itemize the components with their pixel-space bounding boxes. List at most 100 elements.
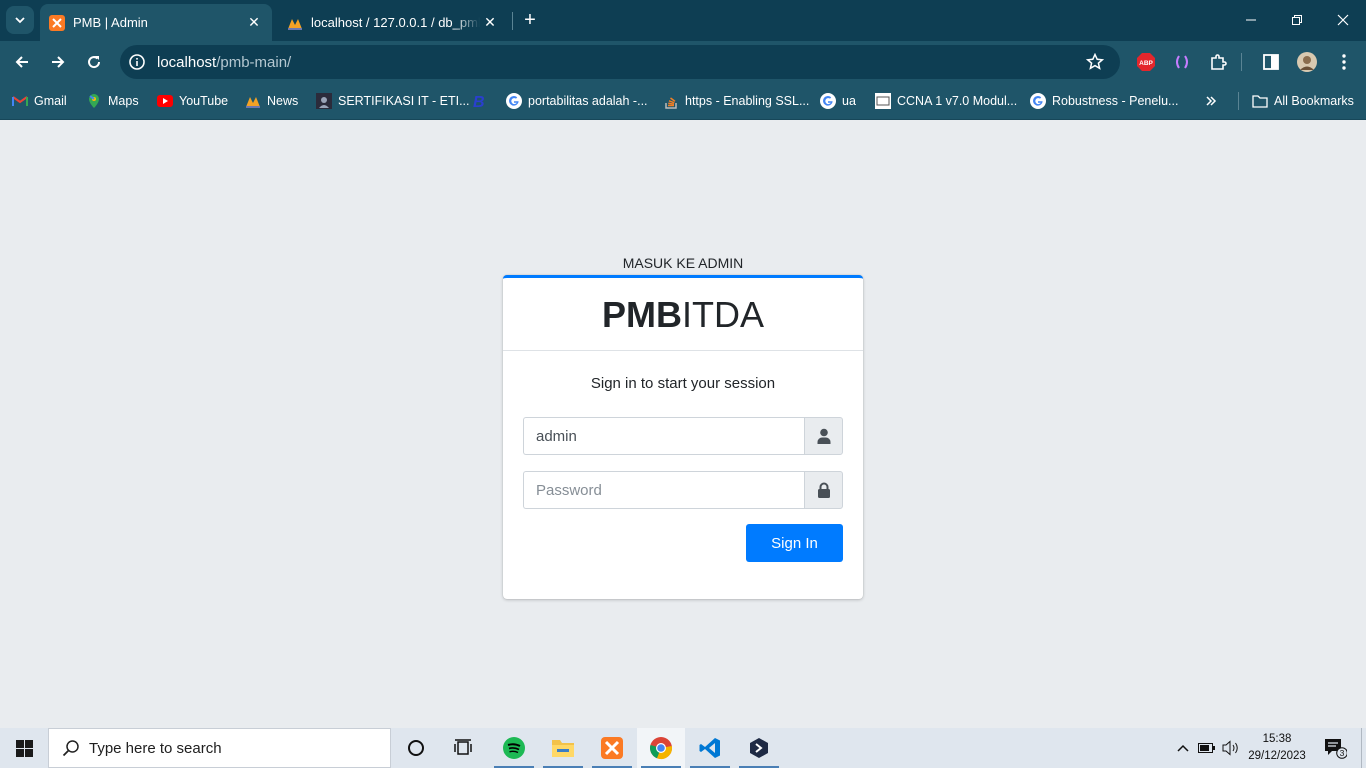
chevron-double-right-icon	[1206, 96, 1217, 106]
bookmark-label: https - Enabling SSL...	[685, 94, 810, 108]
ccna-icon	[875, 93, 891, 109]
start-button[interactable]	[0, 728, 48, 768]
password-input[interactable]	[523, 471, 804, 509]
bookmark-portabilitas[interactable]: portabilitas adalah -...	[506, 92, 648, 110]
notification-icon: 3	[1325, 739, 1347, 759]
bookmark-label: News	[267, 94, 299, 108]
app-hexagon-icon	[750, 738, 768, 758]
google-icon	[506, 93, 522, 109]
battery-icon	[1198, 743, 1215, 753]
logo-light: ITDA	[681, 294, 764, 335]
taskbar-clock[interactable]: 15:38 29/12/2023	[1246, 731, 1308, 765]
windows-logo-icon	[15, 739, 33, 757]
bookmark-https[interactable]: https - Enabling SSL...	[663, 92, 809, 110]
google-icon	[1030, 93, 1046, 109]
taskbar-chrome[interactable]	[637, 728, 685, 768]
browser-menu-button[interactable]	[1333, 51, 1355, 73]
notification-center[interactable]: 3	[1318, 728, 1352, 768]
back-button[interactable]	[9, 49, 35, 75]
volume-indicator[interactable]	[1220, 728, 1242, 768]
close-tab-icon[interactable]: ✕	[480, 13, 500, 33]
adblock-icon: ABP	[1137, 53, 1155, 71]
bookmark-label: YouTube	[179, 94, 229, 108]
minimize-icon	[1246, 19, 1256, 21]
username-group	[523, 417, 843, 455]
chevron-down-icon	[15, 17, 25, 24]
task-view-icon	[454, 739, 472, 755]
bookmark-gmail[interactable]: Gmail	[12, 92, 67, 110]
close-window-button[interactable]	[1320, 0, 1366, 40]
username-input[interactable]	[523, 417, 804, 455]
bookmark-sertifikasi[interactable]: SERTIFIKASI IT - ETI...	[316, 92, 470, 110]
toolbar-separator	[1241, 53, 1242, 71]
side-panel-button[interactable]	[1260, 51, 1282, 73]
all-bookmarks-label: All Bookmarks	[1274, 94, 1354, 108]
tab-phpmyadmin[interactable]: localhost / 127.0.0.1 / db_pmbitda ✕	[278, 4, 508, 41]
arrow-right-icon	[52, 56, 65, 68]
all-bookmarks-button[interactable]: All Bookmarks	[1252, 92, 1354, 110]
bookmark-ua[interactable]: ua	[820, 92, 856, 110]
spotify-icon	[503, 737, 525, 759]
close-tab-icon[interactable]: ✕	[244, 13, 264, 33]
bookmark-maps[interactable]: Maps	[86, 92, 139, 110]
windows-taskbar: Type here to search 15:38 29/12/2023 3	[0, 728, 1366, 768]
bookmark-ccna[interactable]: CCNA 1 v7.0 Modul...	[875, 92, 1017, 110]
bookmarks-bar: Gmail Maps YouTube News SERTIFIKASI IT -…	[0, 82, 1366, 120]
login-logo[interactable]: PMBITDA	[503, 278, 863, 351]
more-bookmarks-button[interactable]	[1205, 92, 1217, 110]
extensions-button[interactable]	[1207, 51, 1229, 73]
cortana-button[interactable]	[392, 728, 440, 768]
minimize-button[interactable]	[1228, 0, 1274, 40]
taskbar-file-explorer[interactable]	[539, 728, 587, 768]
login-card: PMBITDA Sign in to start your session Si…	[503, 275, 863, 599]
news-icon	[245, 93, 261, 109]
taskbar-search[interactable]: Type here to search	[48, 728, 391, 768]
logo-bold: PMB	[601, 294, 682, 335]
new-tab-button[interactable]: +	[518, 8, 542, 32]
taskbar-xampp[interactable]	[588, 728, 636, 768]
notification-badge: 3	[1340, 748, 1345, 758]
site-info-icon[interactable]	[128, 53, 146, 71]
brackets-icon	[1176, 55, 1188, 69]
page-heading: MASUK KE ADMIN	[622, 255, 744, 271]
extension-purple[interactable]	[1171, 51, 1193, 73]
clock-time: 15:38	[1262, 733, 1292, 745]
url-path: /pmb-main/	[216, 54, 292, 71]
task-view-button[interactable]	[440, 728, 488, 768]
xampp-icon	[49, 14, 65, 31]
bookmark-youtube[interactable]: YouTube	[157, 92, 228, 110]
taskbar-app[interactable]	[735, 728, 783, 768]
bookmark-b[interactable]: B	[471, 92, 493, 110]
taskbar-spotify[interactable]	[490, 728, 538, 768]
profile-button[interactable]	[1296, 51, 1318, 73]
search-placeholder: Type here to search	[89, 739, 222, 757]
cortana-circle-icon	[408, 740, 424, 756]
restore-button[interactable]	[1274, 0, 1320, 40]
stackoverflow-icon	[663, 93, 679, 109]
bookmark-label: Maps	[108, 94, 139, 108]
search-icon	[62, 740, 79, 757]
bookmark-star-icon[interactable]	[1086, 53, 1104, 71]
lock-icon	[817, 482, 830, 498]
show-hidden-icons[interactable]	[1172, 728, 1194, 768]
browser-toolbar: localhost/pmb-main/ ABP	[0, 41, 1366, 82]
bookmark-news[interactable]: News	[245, 92, 298, 110]
sign-in-button[interactable]: Sign In	[746, 524, 843, 562]
maps-icon	[86, 93, 102, 109]
bookmark-label: Robustness - Penelu...	[1052, 94, 1179, 108]
reload-button[interactable]	[81, 49, 107, 75]
adblock-extension[interactable]: ABP	[1135, 51, 1157, 73]
speaker-icon	[1222, 740, 1238, 756]
password-group	[523, 471, 843, 509]
tab-pmb-admin[interactable]: PMB | Admin ✕	[40, 4, 272, 41]
show-desktop-button[interactable]	[1361, 728, 1366, 768]
url-text[interactable]: localhost/pmb-main/	[157, 54, 291, 71]
tab-search-button[interactable]	[6, 6, 34, 34]
address-bar[interactable]: localhost/pmb-main/	[120, 45, 1120, 79]
battery-indicator[interactable]	[1196, 728, 1218, 768]
forward-button[interactable]	[45, 49, 71, 75]
taskbar-vscode[interactable]	[686, 728, 734, 768]
bookmark-label: CCNA 1 v7.0 Modul...	[897, 94, 1018, 108]
bookmark-robustness[interactable]: Robustness - Penelu...	[1030, 92, 1178, 110]
user-addon	[804, 417, 843, 455]
